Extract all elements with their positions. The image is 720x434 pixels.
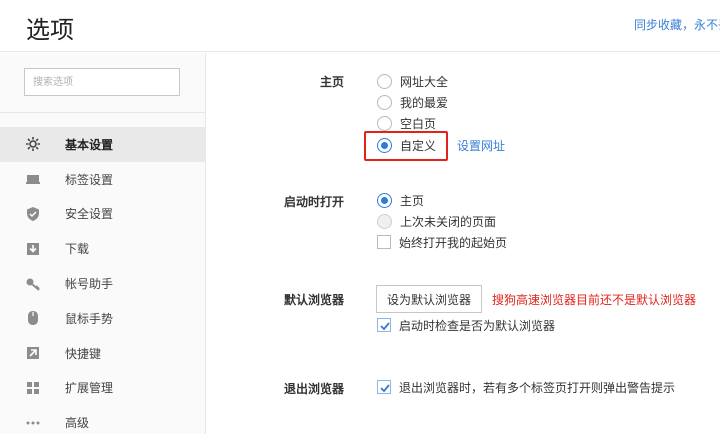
option-label: 上次未关闭的页面 [400, 214, 497, 229]
gear-icon [25, 136, 41, 152]
sidebar: 基本设置 标签设置 安全设置 下载 帐号助手 [0, 53, 206, 434]
option-label: 自定义 [400, 138, 437, 153]
radio-button-selected[interactable] [377, 137, 392, 153]
startup-label: 启动时打开 [283, 195, 344, 209]
radio-button[interactable] [377, 115, 392, 131]
sidebar-item-security-settings[interactable]: 安全设置 [0, 197, 206, 232]
option-label: 网址大全 [400, 74, 449, 89]
sidebar-item-label: 下载 [65, 242, 90, 257]
checkbox[interactable] [377, 235, 391, 249]
extensions-grid-icon [25, 380, 41, 396]
sidebar-item-mouse-gestures[interactable]: 鼠标手势 [0, 301, 206, 336]
sidebar-item-account-assistant[interactable]: 帐号助手 [0, 266, 206, 301]
sidebar-nav: 基本设置 标签设置 安全设置 下载 帐号助手 鼠标手势 快捷键 扩展管理 高级 [0, 127, 206, 434]
more-dots-icon [25, 415, 41, 431]
header: 选项 同步收藏，永不丢 [0, 0, 720, 52]
option-label: 空白页 [400, 116, 437, 131]
startup-option-last-session[interactable]: 上次未关闭的页面 [377, 212, 496, 230]
key-icon [25, 276, 41, 292]
sidebar-item-label: 基本设置 [65, 137, 114, 152]
option-label: 始终打开我的起始页 [399, 235, 508, 250]
sidebar-item-shortcuts[interactable]: 快捷键 [0, 336, 206, 371]
default-browser-warning: 搜狗高速浏览器目前还不是默认浏览器 [492, 293, 697, 307]
sidebar-item-tab-settings[interactable]: 标签设置 [0, 162, 206, 197]
homepage-label: 主页 [319, 75, 344, 89]
tab-icon [25, 171, 41, 187]
checkmark-icon [380, 322, 390, 331]
sync-link[interactable]: 同步收藏，永不丢 [634, 16, 720, 33]
shortcut-arrow-icon [25, 345, 41, 361]
sidebar-divider [0, 112, 206, 113]
page-title: 选项 [26, 16, 74, 44]
download-icon [25, 241, 41, 257]
search-box[interactable] [24, 68, 180, 96]
option-label: 退出浏览器时，若有多个标签页打开则弹出警告提示 [399, 380, 676, 395]
homepage-option-blank[interactable]: 空白页 [377, 114, 436, 132]
homepage-option-favorites[interactable]: 我的最爱 [377, 93, 448, 111]
sidebar-item-label: 高级 [65, 416, 90, 431]
radio-button[interactable] [377, 94, 392, 110]
sidebar-item-basic-settings[interactable]: 基本设置 [0, 127, 206, 162]
option-label: 主页 [400, 193, 425, 208]
checkbox-checked[interactable] [377, 380, 391, 394]
homepage-option-custom[interactable]: 自定义 [377, 136, 436, 154]
option-label: 启动时检查是否为默认浏览器 [399, 318, 556, 333]
check-default-on-start-option[interactable]: 启动时检查是否为默认浏览器 [377, 316, 555, 334]
exit-warn-multiple-tabs-option[interactable]: 退出浏览器时，若有多个标签页打开则弹出警告提示 [377, 378, 675, 396]
default-browser-label: 默认浏览器 [283, 293, 344, 307]
sidebar-item-extensions[interactable]: 扩展管理 [0, 371, 206, 406]
sidebar-item-advanced[interactable]: 高级 [0, 405, 206, 434]
sidebar-item-download[interactable]: 下载 [0, 231, 206, 266]
radio-button[interactable] [377, 73, 392, 89]
always-open-start-page-option[interactable]: 始终打开我的起始页 [377, 233, 507, 251]
set-url-link[interactable]: 设置网址 [457, 137, 505, 154]
sidebar-item-label: 鼠标手势 [65, 311, 114, 326]
search-input[interactable] [25, 69, 179, 95]
shield-check-icon [25, 206, 41, 222]
checkmark-icon [380, 384, 390, 393]
sidebar-item-label: 标签设置 [65, 172, 114, 187]
sidebar-item-label: 快捷键 [65, 346, 102, 361]
option-label: 我的最爱 [400, 95, 449, 110]
sidebar-item-label: 帐号助手 [65, 277, 114, 292]
set-default-browser-button[interactable]: 设为默认浏览器 [376, 285, 482, 313]
mouse-icon [25, 310, 41, 326]
radio-button[interactable] [377, 213, 392, 229]
startup-option-homepage[interactable]: 主页 [377, 191, 424, 209]
checkbox-checked[interactable] [377, 318, 391, 332]
homepage-option-nav-sites[interactable]: 网址大全 [377, 72, 448, 90]
exit-browser-label: 退出浏览器 [283, 382, 344, 396]
sidebar-item-label: 安全设置 [65, 207, 114, 222]
radio-button-selected[interactable] [377, 192, 392, 208]
sidebar-item-label: 扩展管理 [65, 381, 114, 396]
